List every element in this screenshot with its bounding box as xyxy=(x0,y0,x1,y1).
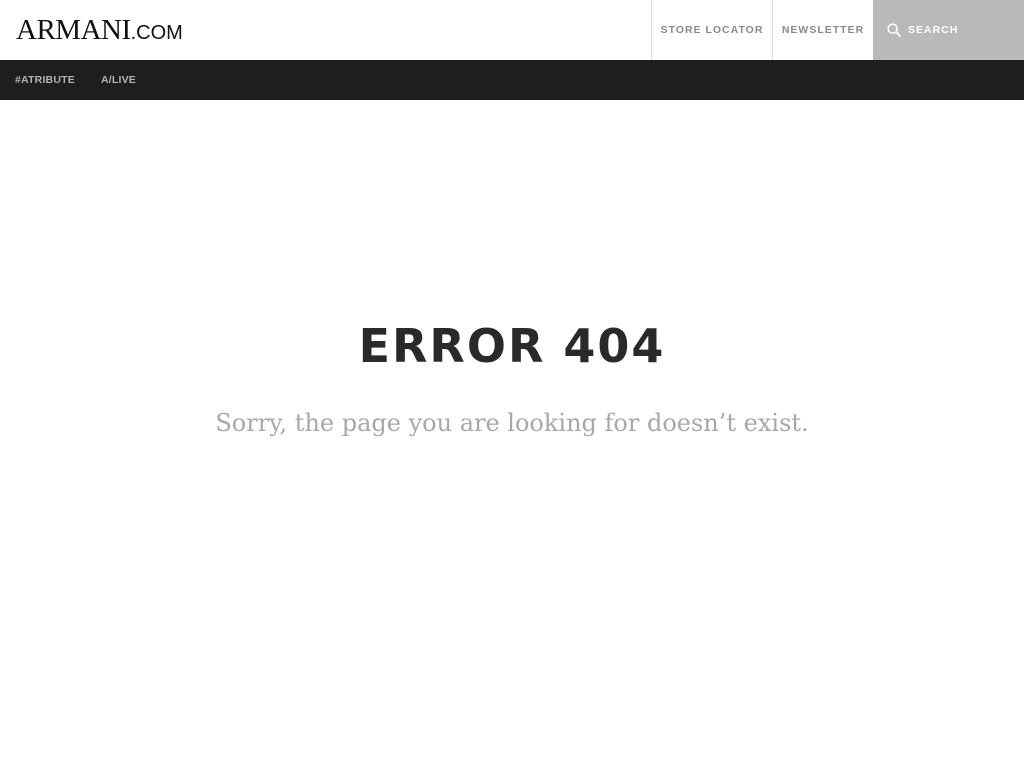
logo-wordmark: ARMANI xyxy=(16,14,131,46)
store-locator-link[interactable]: STORE LOCATOR xyxy=(651,0,772,60)
top-header: ARMANI .COM STORE LOCATOR NEWSLETTER SEA… xyxy=(0,0,1024,60)
search-button[interactable]: SEARCH xyxy=(873,0,1024,60)
error-message: Sorry, the page you are looking for does… xyxy=(215,409,809,437)
newsletter-link[interactable]: NEWSLETTER xyxy=(772,0,873,60)
utility-navigation: STORE LOCATOR NEWSLETTER SEARCH xyxy=(651,0,1024,60)
error-title: ERROR 404 xyxy=(358,319,666,373)
nav-item-a-live[interactable]: A/LIVE xyxy=(101,74,136,86)
search-label: SEARCH xyxy=(908,24,959,36)
armani-logo[interactable]: ARMANI .COM xyxy=(16,14,183,46)
logo-domain-suffix: .COM xyxy=(130,22,183,44)
search-icon xyxy=(887,23,901,37)
nav-item-atribute[interactable]: #ATRIBUTE xyxy=(15,74,75,86)
main-navigation: #ATRIBUTE A/LIVE xyxy=(0,60,1024,100)
